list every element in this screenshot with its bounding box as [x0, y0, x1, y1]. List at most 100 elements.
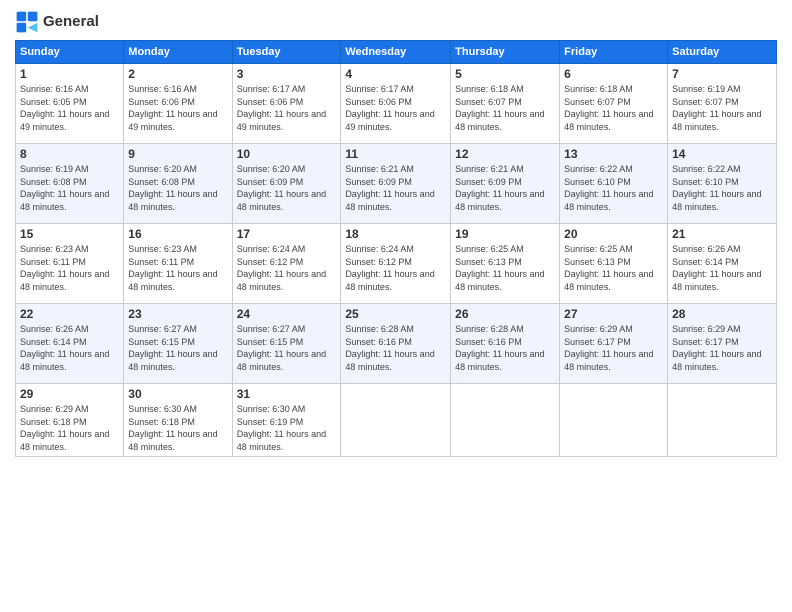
day-number: 7	[672, 67, 772, 81]
day-info: Sunrise: 6:20 AMSunset: 6:09 PMDaylight:…	[237, 163, 337, 213]
day-number: 19	[455, 227, 555, 241]
day-number: 15	[20, 227, 119, 241]
day-info: Sunrise: 6:21 AMSunset: 6:09 PMDaylight:…	[455, 163, 555, 213]
logo-icon	[15, 10, 39, 34]
weekday-header-friday: Friday	[560, 41, 668, 64]
calendar-cell: 29 Sunrise: 6:29 AMSunset: 6:18 PMDaylig…	[16, 384, 124, 457]
day-info: Sunrise: 6:30 AMSunset: 6:19 PMDaylight:…	[237, 403, 337, 453]
calendar-week-5: 29 Sunrise: 6:29 AMSunset: 6:18 PMDaylig…	[16, 384, 777, 457]
calendar-cell: 2 Sunrise: 6:16 AMSunset: 6:06 PMDayligh…	[124, 64, 232, 144]
day-info: Sunrise: 6:24 AMSunset: 6:12 PMDaylight:…	[345, 243, 446, 293]
day-info: Sunrise: 6:19 AMSunset: 6:08 PMDaylight:…	[20, 163, 119, 213]
day-info: Sunrise: 6:29 AMSunset: 6:17 PMDaylight:…	[564, 323, 663, 373]
calendar-cell: 21 Sunrise: 6:26 AMSunset: 6:14 PMDaylig…	[668, 224, 777, 304]
day-number: 14	[672, 147, 772, 161]
day-number: 5	[455, 67, 555, 81]
day-number: 9	[128, 147, 227, 161]
weekday-header-saturday: Saturday	[668, 41, 777, 64]
calendar-cell: 12 Sunrise: 6:21 AMSunset: 6:09 PMDaylig…	[451, 144, 560, 224]
weekday-header-row: SundayMondayTuesdayWednesdayThursdayFrid…	[16, 41, 777, 64]
day-info: Sunrise: 6:17 AMSunset: 6:06 PMDaylight:…	[345, 83, 446, 133]
day-number: 17	[237, 227, 337, 241]
calendar-cell: 20 Sunrise: 6:25 AMSunset: 6:13 PMDaylig…	[560, 224, 668, 304]
calendar-cell: 24 Sunrise: 6:27 AMSunset: 6:15 PMDaylig…	[232, 304, 341, 384]
day-number: 21	[672, 227, 772, 241]
day-number: 1	[20, 67, 119, 81]
weekday-header-monday: Monday	[124, 41, 232, 64]
logo-text: General	[43, 14, 99, 31]
day-number: 12	[455, 147, 555, 161]
day-number: 31	[237, 387, 337, 401]
day-info: Sunrise: 6:28 AMSunset: 6:16 PMDaylight:…	[455, 323, 555, 373]
day-number: 4	[345, 67, 446, 81]
calendar-week-3: 15 Sunrise: 6:23 AMSunset: 6:11 PMDaylig…	[16, 224, 777, 304]
day-info: Sunrise: 6:25 AMSunset: 6:13 PMDaylight:…	[455, 243, 555, 293]
day-info: Sunrise: 6:22 AMSunset: 6:10 PMDaylight:…	[564, 163, 663, 213]
calendar-cell: 1 Sunrise: 6:16 AMSunset: 6:05 PMDayligh…	[16, 64, 124, 144]
day-number: 23	[128, 307, 227, 321]
day-info: Sunrise: 6:18 AMSunset: 6:07 PMDaylight:…	[564, 83, 663, 133]
day-info: Sunrise: 6:24 AMSunset: 6:12 PMDaylight:…	[237, 243, 337, 293]
weekday-header-wednesday: Wednesday	[341, 41, 451, 64]
calendar-cell: 16 Sunrise: 6:23 AMSunset: 6:11 PMDaylig…	[124, 224, 232, 304]
day-number: 13	[564, 147, 663, 161]
weekday-header-sunday: Sunday	[16, 41, 124, 64]
day-info: Sunrise: 6:26 AMSunset: 6:14 PMDaylight:…	[672, 243, 772, 293]
day-info: Sunrise: 6:27 AMSunset: 6:15 PMDaylight:…	[128, 323, 227, 373]
day-info: Sunrise: 6:16 AMSunset: 6:06 PMDaylight:…	[128, 83, 227, 133]
day-number: 6	[564, 67, 663, 81]
day-number: 22	[20, 307, 119, 321]
day-info: Sunrise: 6:27 AMSunset: 6:15 PMDaylight:…	[237, 323, 337, 373]
day-number: 11	[345, 147, 446, 161]
calendar-cell	[451, 384, 560, 457]
day-info: Sunrise: 6:26 AMSunset: 6:14 PMDaylight:…	[20, 323, 119, 373]
calendar-week-2: 8 Sunrise: 6:19 AMSunset: 6:08 PMDayligh…	[16, 144, 777, 224]
calendar-cell: 13 Sunrise: 6:22 AMSunset: 6:10 PMDaylig…	[560, 144, 668, 224]
day-info: Sunrise: 6:22 AMSunset: 6:10 PMDaylight:…	[672, 163, 772, 213]
day-info: Sunrise: 6:20 AMSunset: 6:08 PMDaylight:…	[128, 163, 227, 213]
day-number: 16	[128, 227, 227, 241]
day-number: 18	[345, 227, 446, 241]
calendar-cell: 19 Sunrise: 6:25 AMSunset: 6:13 PMDaylig…	[451, 224, 560, 304]
calendar-cell: 22 Sunrise: 6:26 AMSunset: 6:14 PMDaylig…	[16, 304, 124, 384]
day-info: Sunrise: 6:29 AMSunset: 6:18 PMDaylight:…	[20, 403, 119, 453]
calendar-cell: 5 Sunrise: 6:18 AMSunset: 6:07 PMDayligh…	[451, 64, 560, 144]
calendar-cell: 31 Sunrise: 6:30 AMSunset: 6:19 PMDaylig…	[232, 384, 341, 457]
day-number: 25	[345, 307, 446, 321]
weekday-header-thursday: Thursday	[451, 41, 560, 64]
day-info: Sunrise: 6:21 AMSunset: 6:09 PMDaylight:…	[345, 163, 446, 213]
calendar-cell: 6 Sunrise: 6:18 AMSunset: 6:07 PMDayligh…	[560, 64, 668, 144]
calendar-cell: 3 Sunrise: 6:17 AMSunset: 6:06 PMDayligh…	[232, 64, 341, 144]
weekday-header-tuesday: Tuesday	[232, 41, 341, 64]
calendar-cell: 4 Sunrise: 6:17 AMSunset: 6:06 PMDayligh…	[341, 64, 451, 144]
day-info: Sunrise: 6:29 AMSunset: 6:17 PMDaylight:…	[672, 323, 772, 373]
day-number: 28	[672, 307, 772, 321]
day-number: 29	[20, 387, 119, 401]
day-number: 2	[128, 67, 227, 81]
day-number: 20	[564, 227, 663, 241]
day-info: Sunrise: 6:23 AMSunset: 6:11 PMDaylight:…	[20, 243, 119, 293]
calendar-cell: 28 Sunrise: 6:29 AMSunset: 6:17 PMDaylig…	[668, 304, 777, 384]
day-info: Sunrise: 6:25 AMSunset: 6:13 PMDaylight:…	[564, 243, 663, 293]
calendar-cell: 8 Sunrise: 6:19 AMSunset: 6:08 PMDayligh…	[16, 144, 124, 224]
calendar-week-4: 22 Sunrise: 6:26 AMSunset: 6:14 PMDaylig…	[16, 304, 777, 384]
day-info: Sunrise: 6:28 AMSunset: 6:16 PMDaylight:…	[345, 323, 446, 373]
calendar-cell: 17 Sunrise: 6:24 AMSunset: 6:12 PMDaylig…	[232, 224, 341, 304]
day-number: 24	[237, 307, 337, 321]
day-number: 10	[237, 147, 337, 161]
calendar-table: SundayMondayTuesdayWednesdayThursdayFrid…	[15, 40, 777, 457]
calendar-cell	[341, 384, 451, 457]
day-info: Sunrise: 6:18 AMSunset: 6:07 PMDaylight:…	[455, 83, 555, 133]
day-number: 3	[237, 67, 337, 81]
day-info: Sunrise: 6:23 AMSunset: 6:11 PMDaylight:…	[128, 243, 227, 293]
page: General SundayMondayTuesdayWednesdayThur…	[0, 0, 792, 612]
calendar-cell: 18 Sunrise: 6:24 AMSunset: 6:12 PMDaylig…	[341, 224, 451, 304]
calendar-cell	[560, 384, 668, 457]
day-info: Sunrise: 6:16 AMSunset: 6:05 PMDaylight:…	[20, 83, 119, 133]
calendar-cell	[668, 384, 777, 457]
day-number: 30	[128, 387, 227, 401]
calendar-cell: 27 Sunrise: 6:29 AMSunset: 6:17 PMDaylig…	[560, 304, 668, 384]
calendar-cell: 25 Sunrise: 6:28 AMSunset: 6:16 PMDaylig…	[341, 304, 451, 384]
calendar-cell: 9 Sunrise: 6:20 AMSunset: 6:08 PMDayligh…	[124, 144, 232, 224]
calendar-cell: 30 Sunrise: 6:30 AMSunset: 6:18 PMDaylig…	[124, 384, 232, 457]
